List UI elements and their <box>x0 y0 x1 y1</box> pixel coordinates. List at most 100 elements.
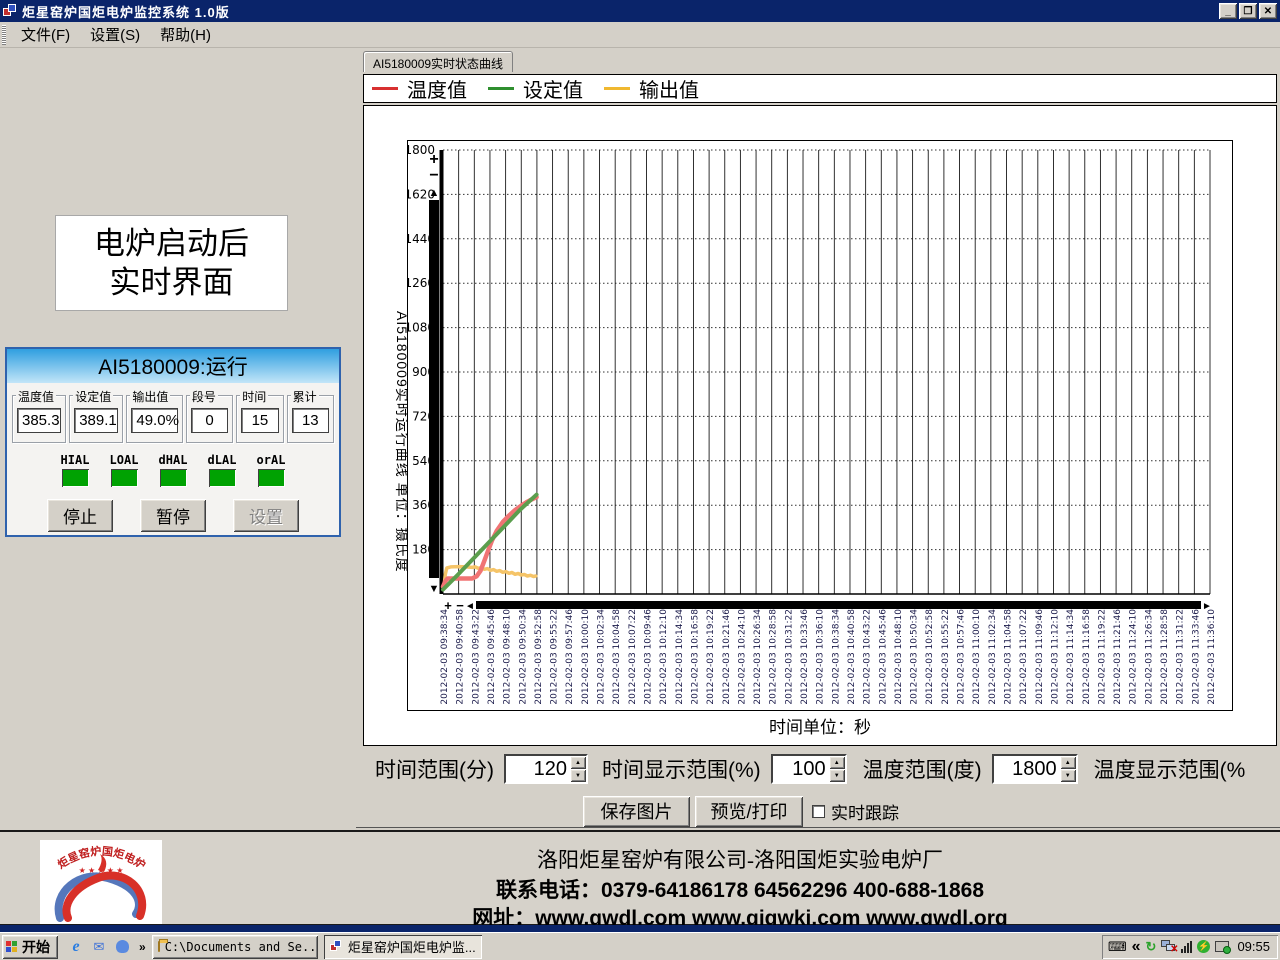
svg-text:+: + <box>444 598 452 613</box>
window-title: 炬星窑炉国炬电炉监控系统 1.0版 <box>22 2 230 21</box>
svg-text:2012-02-03 11:04:58: 2012-02-03 11:04:58 <box>1004 609 1014 705</box>
mail-icon[interactable]: ✉ <box>91 939 107 955</box>
svg-text:2012-02-03 09:40:58: 2012-02-03 09:40:58 <box>456 609 466 705</box>
svg-text:2012-02-03 09:43:22: 2012-02-03 09:43:22 <box>471 609 481 705</box>
title-bar: 炬星窑炉国炬电炉监控系统 1.0版 _ ❐ ✕ <box>0 0 1280 22</box>
segment-value: 0 <box>191 408 228 433</box>
svg-text:2012-02-03 10:19:22: 2012-02-03 10:19:22 <box>706 609 716 705</box>
setpoint-value: 389.1 <box>74 408 118 433</box>
svg-text:2012-02-03 10:12:10: 2012-02-03 10:12:10 <box>659 609 669 705</box>
menu-settings[interactable]: 设置(S) <box>80 22 150 47</box>
svg-text:−: − <box>429 167 438 184</box>
svg-text:2012-02-03 11:09:46: 2012-02-03 11:09:46 <box>1035 609 1045 705</box>
settings-button[interactable]: 设置 <box>233 499 299 532</box>
svg-text:2012-02-03 09:48:10: 2012-02-03 09:48:10 <box>503 609 513 705</box>
svg-text:2012-02-03 09:50:34: 2012-02-03 09:50:34 <box>518 609 528 705</box>
task-explorer[interactable]: C:\Documents and Se... <box>152 935 318 959</box>
update-icon[interactable]: ↻ <box>1146 940 1157 953</box>
temp-range-spinner[interactable]: 1800 ▲▼ <box>992 754 1078 784</box>
signal-strength-icon[interactable] <box>1181 941 1192 953</box>
time-display-range-spinner[interactable]: 100 ▲▼ <box>771 754 847 784</box>
device-panel: AI5180009:运行 温度值 385.3 设定值 389.1 输出值 49.… <box>5 347 341 537</box>
total-value: 13 <box>292 408 329 433</box>
svg-text:2012-02-03 11:33:46: 2012-02-03 11:33:46 <box>1191 609 1201 705</box>
preview-print-button[interactable]: 预览/打印 <box>695 796 803 827</box>
svg-text:2012-02-03 10:33:46: 2012-02-03 10:33:46 <box>800 609 810 705</box>
svg-text:2012-02-03 10:09:46: 2012-02-03 10:09:46 <box>643 609 653 705</box>
save-image-button[interactable]: 保存图片 <box>583 796 690 827</box>
left-panel: 电炉启动后 实时界面 AI5180009:运行 温度值 385.3 设定值 38… <box>0 48 356 830</box>
chart-legend: 温度值 设定值 输出值 <box>363 74 1277 103</box>
svg-text:2012-02-03 10:02:34: 2012-02-03 10:02:34 <box>597 609 607 705</box>
svg-text:2012-02-03 10:14:34: 2012-02-03 10:14:34 <box>675 609 685 705</box>
security-shield-icon[interactable]: ⚡ <box>1197 940 1210 953</box>
field-output: 输出值 49.0% <box>126 395 182 443</box>
spin-up-icon[interactable]: ▲ <box>1060 756 1076 769</box>
time-range-label: 时间范围(分) <box>375 754 494 784</box>
svg-text:2012-02-03 11:02:34: 2012-02-03 11:02:34 <box>988 609 998 705</box>
quick-launch-overflow[interactable]: » <box>139 940 146 954</box>
windows-logo-icon <box>6 941 18 953</box>
temp-display-range-label: 温度显示范围(% <box>1094 754 1246 784</box>
tray-clock: 09:55 <box>1237 939 1270 954</box>
spin-up-icon[interactable]: ▲ <box>829 756 845 769</box>
loal-led <box>111 469 138 487</box>
svg-text:2012-02-03 11:36:10: 2012-02-03 11:36:10 <box>1207 609 1217 705</box>
minimize-button[interactable]: _ <box>1219 3 1237 19</box>
tray-chevron[interactable]: « <box>1132 938 1141 956</box>
legend-setpoint: 设定值 <box>488 74 583 103</box>
chart-plot[interactable]: 180360540720900108012601440162018002012-… <box>407 140 1233 711</box>
svg-text:−: − <box>456 598 464 613</box>
spin-down-icon[interactable]: ▼ <box>1060 769 1076 782</box>
svg-text:2012-02-03 11:12:10: 2012-02-03 11:12:10 <box>1050 609 1060 705</box>
svg-text:2012-02-03 10:21:46: 2012-02-03 10:21:46 <box>722 609 732 705</box>
device-fields: 温度值 385.3 设定值 389.1 输出值 49.0% 段号 0 时间 15… <box>7 383 339 443</box>
legend-output: 输出值 <box>604 74 699 103</box>
tab-realtime-curve[interactable]: AI5180009实时状态曲线 <box>363 51 513 72</box>
contact-phone: 联系电话：0379-64186178 64562296 400-688-1868 <box>300 874 1180 904</box>
company-name: 洛阳炬星窑炉有限公司-洛阳国炬实验电炉厂 <box>300 844 1180 874</box>
spin-down-icon[interactable]: ▼ <box>829 769 845 782</box>
close-button[interactable]: ✕ <box>1259 3 1277 19</box>
temperature-line-swatch <box>372 87 398 90</box>
svg-text:2012-02-03 10:31:22: 2012-02-03 10:31:22 <box>784 609 794 705</box>
restore-button[interactable]: ❐ <box>1239 3 1257 19</box>
scheduled-task-icon[interactable] <box>1215 941 1229 952</box>
legend-temperature: 温度值 <box>372 74 467 103</box>
svg-text:►: ► <box>1202 601 1212 612</box>
time-display-range-label: 时间显示范围(%) <box>602 754 761 784</box>
svg-text:2012-02-03 10:45:46: 2012-02-03 10:45:46 <box>878 609 888 705</box>
messenger-icon[interactable] <box>114 939 130 955</box>
menu-help[interactable]: 帮助(H) <box>150 22 221 47</box>
oral-led <box>258 469 285 487</box>
svg-text:2012-02-03 11:26:34: 2012-02-03 11:26:34 <box>1144 609 1154 705</box>
start-button[interactable]: 开始 <box>2 935 58 959</box>
input-method-icon[interactable]: ⌨ <box>1108 940 1127 953</box>
svg-text:2012-02-03 10:57:46: 2012-02-03 10:57:46 <box>957 609 967 705</box>
svg-text:▼: ▼ <box>429 583 440 595</box>
menu-file[interactable]: 文件(F) <box>11 22 80 47</box>
app-icon <box>3 4 17 18</box>
spin-down-icon[interactable]: ▼ <box>570 769 586 782</box>
svg-text:2012-02-03 11:19:22: 2012-02-03 11:19:22 <box>1097 609 1107 705</box>
time-range-spinner[interactable]: 120 ▲▼ <box>504 754 588 784</box>
realtime-track-checkbox[interactable] <box>812 805 825 818</box>
pause-button[interactable]: 暂停 <box>140 499 206 532</box>
spin-up-icon[interactable]: ▲ <box>570 756 586 769</box>
menu-grip[interactable] <box>2 25 6 45</box>
ie-icon[interactable]: e <box>68 939 84 955</box>
time-value: 15 <box>241 408 278 433</box>
task-monitor-app[interactable]: 炬星窑炉国炬电炉监... <box>324 935 482 959</box>
alarm-indicators: HIAL LOAL dHAL dLAL orAL <box>7 453 339 487</box>
svg-text:2012-02-03 10:40:58: 2012-02-03 10:40:58 <box>847 609 857 705</box>
dhal-led <box>160 469 187 487</box>
svg-text:2012-02-03 11:21:46: 2012-02-03 11:21:46 <box>1113 609 1123 705</box>
network-disconnected-icon[interactable]: ✕ <box>1161 940 1176 953</box>
svg-text:2012-02-03 09:38:34: 2012-02-03 09:38:34 <box>440 609 450 705</box>
svg-text:2012-02-03 11:28:58: 2012-02-03 11:28:58 <box>1160 609 1170 705</box>
svg-text:2012-02-03 10:43:22: 2012-02-03 10:43:22 <box>863 609 873 705</box>
indicator-loal: LOAL <box>106 453 142 487</box>
stop-button[interactable]: 停止 <box>47 499 113 532</box>
divider <box>356 827 1280 828</box>
svg-text:2012-02-03 11:00:10: 2012-02-03 11:00:10 <box>972 609 982 705</box>
